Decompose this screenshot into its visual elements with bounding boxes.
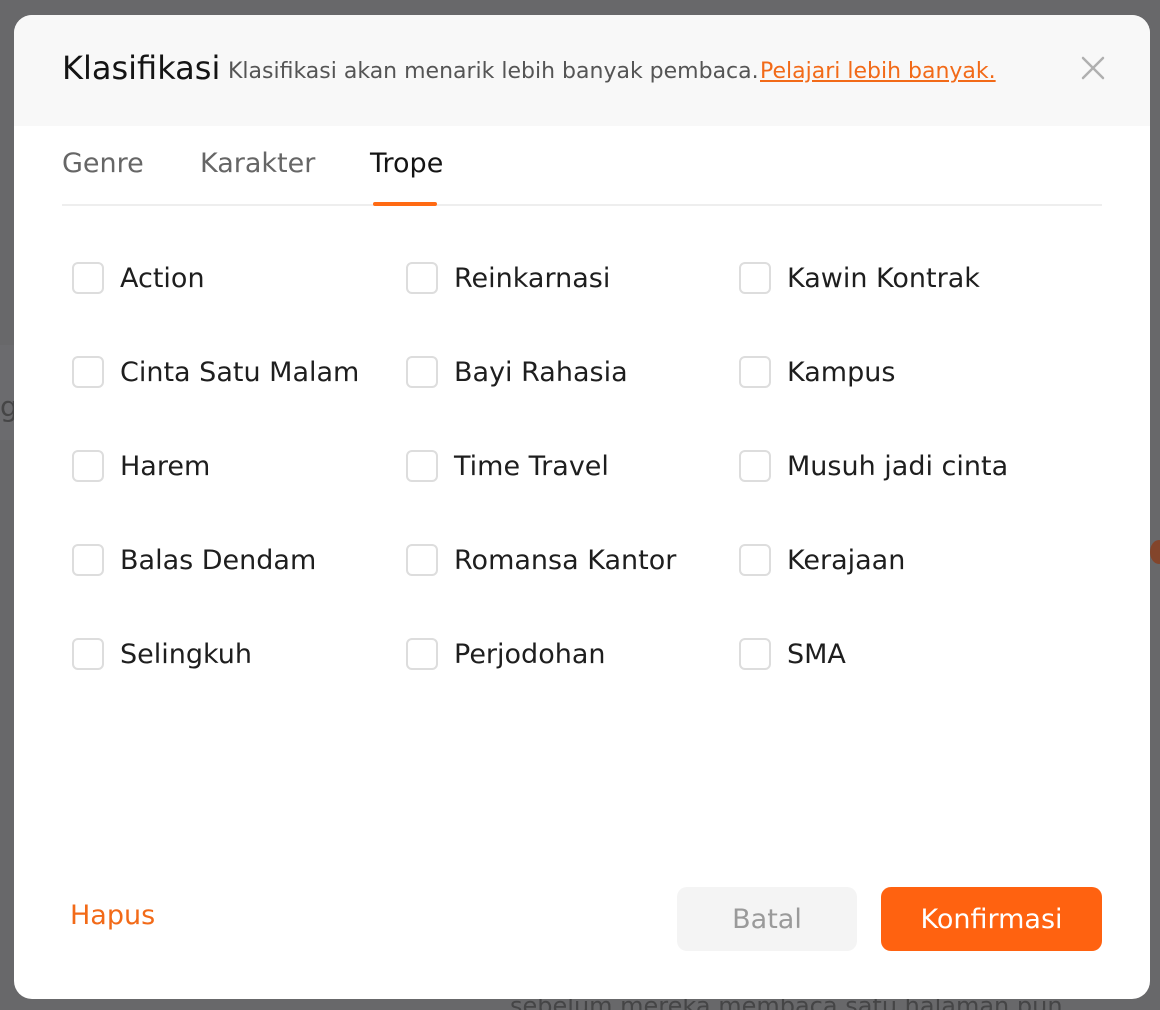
- option-kerajaan[interactable]: Kerajaan: [739, 535, 905, 585]
- checkbox[interactable]: [406, 450, 438, 482]
- option-label: Perjodohan: [454, 638, 606, 670]
- checkbox[interactable]: [406, 544, 438, 576]
- option-reinkarnasi[interactable]: Reinkarnasi: [406, 253, 610, 303]
- option-label: Romansa Kantor: [454, 544, 677, 576]
- checkbox[interactable]: [72, 262, 104, 294]
- checkbox[interactable]: [72, 356, 104, 388]
- option-balas-dendam[interactable]: Balas Dendam: [72, 535, 316, 585]
- option-label: Cinta Satu Malam: [120, 356, 360, 388]
- checkbox[interactable]: [72, 638, 104, 670]
- checkbox[interactable]: [739, 450, 771, 482]
- classification-modal: Klasifikasi Klasifikasi akan menarik leb…: [14, 15, 1150, 999]
- option-label: Kerajaan: [787, 544, 906, 576]
- option-label: Musuh jadi cinta: [787, 450, 1009, 482]
- tab-karakter[interactable]: Karakter: [200, 148, 315, 199]
- option-musuh-jadi-cinta[interactable]: Musuh jadi cinta: [739, 441, 1008, 491]
- option-romansa-kantor[interactable]: Romansa Kantor: [406, 535, 676, 585]
- modal-title: Klasifikasi: [62, 49, 221, 87]
- option-label: Reinkarnasi: [454, 262, 611, 294]
- checkbox[interactable]: [72, 544, 104, 576]
- option-time-travel[interactable]: Time Travel: [406, 441, 609, 491]
- option-cinta-satu-malam[interactable]: Cinta Satu Malam: [72, 347, 359, 397]
- confirm-button[interactable]: Konfirmasi: [881, 887, 1102, 951]
- checkbox[interactable]: [739, 262, 771, 294]
- checkbox[interactable]: [72, 450, 104, 482]
- option-label: Selingkuh: [120, 638, 253, 670]
- tab-genre[interactable]: Genre: [62, 148, 144, 199]
- option-harem[interactable]: Harem: [72, 441, 210, 491]
- option-label: Action: [120, 262, 205, 294]
- tab-bar: Genre Karakter Trope: [62, 126, 1102, 206]
- option-label: Harem: [120, 450, 211, 482]
- option-selingkuh[interactable]: Selingkuh: [72, 629, 252, 679]
- checkbox[interactable]: [406, 356, 438, 388]
- option-bayi-rahasia[interactable]: Bayi Rahasia: [406, 347, 628, 397]
- option-label: SMA: [787, 638, 846, 670]
- option-label: Bayi Rahasia: [454, 356, 628, 388]
- checkbox[interactable]: [739, 638, 771, 670]
- option-kawin-kontrak[interactable]: Kawin Kontrak: [739, 253, 980, 303]
- modal-subtitle: Klasifikasi akan menarik lebih banyak pe…: [228, 59, 759, 84]
- modal-header: Klasifikasi Klasifikasi akan menarik leb…: [14, 15, 1150, 126]
- active-tab-indicator: [373, 202, 437, 206]
- checkbox[interactable]: [739, 544, 771, 576]
- option-perjodohan[interactable]: Perjodohan: [406, 629, 605, 679]
- option-kampus[interactable]: Kampus: [739, 347, 895, 397]
- clear-button[interactable]: Hapus: [70, 900, 155, 931]
- learn-more-link[interactable]: Pelajari lebih banyak.: [760, 59, 996, 84]
- tab-trope[interactable]: Trope: [370, 148, 443, 199]
- option-label: Balas Dendam: [120, 544, 317, 576]
- checkbox[interactable]: [406, 262, 438, 294]
- cancel-button[interactable]: Batal: [677, 887, 857, 951]
- option-label: Kampus: [787, 356, 896, 388]
- option-label: Time Travel: [454, 450, 609, 482]
- option-label: Kawin Kontrak: [787, 262, 980, 294]
- option-sma[interactable]: SMA: [739, 629, 846, 679]
- checkbox[interactable]: [739, 356, 771, 388]
- checkbox[interactable]: [406, 638, 438, 670]
- option-action[interactable]: Action: [72, 253, 205, 303]
- close-icon[interactable]: [1078, 53, 1108, 83]
